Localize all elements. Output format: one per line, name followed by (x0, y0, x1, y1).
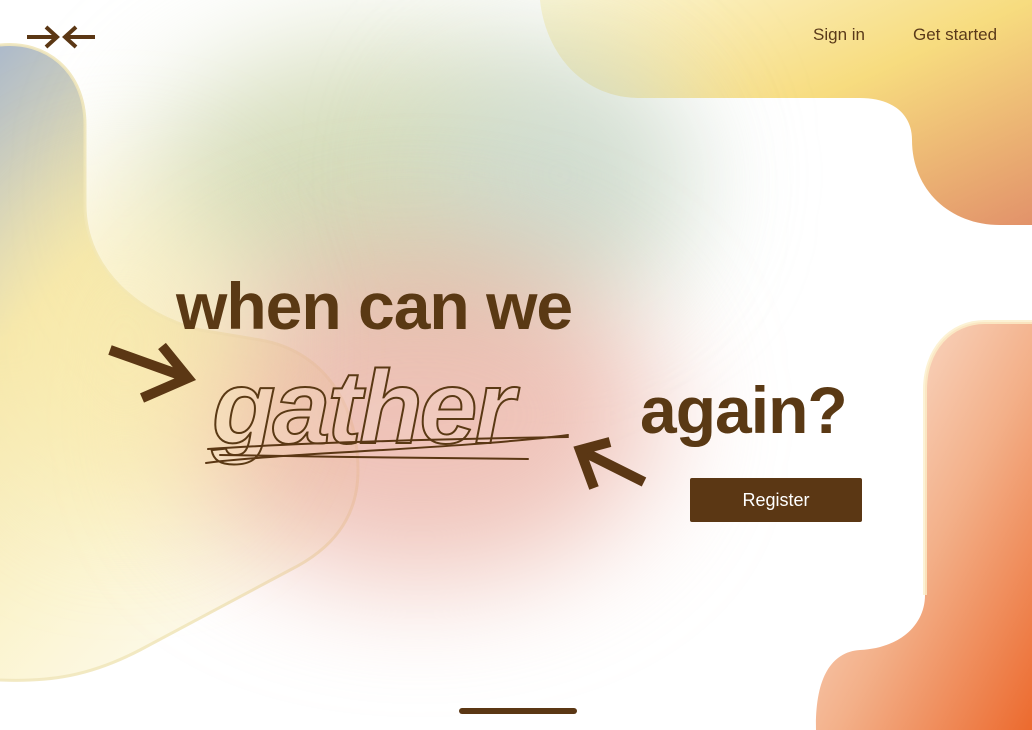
register-button[interactable]: Register (690, 478, 862, 522)
headline-line-3: again? (640, 373, 848, 447)
get-started-link[interactable]: Get started (913, 25, 997, 45)
arrows-converging-icon[interactable] (24, 20, 98, 54)
arrow-right-icon (108, 342, 197, 403)
headline-line-1: when can we (176, 269, 573, 343)
arrow-up-left-icon (573, 437, 647, 490)
sign-in-link[interactable]: Sign in (813, 25, 865, 45)
headline-line-2: gather (211, 350, 520, 466)
home-indicator (459, 708, 577, 714)
gather-outline-word: gather (205, 349, 569, 467)
